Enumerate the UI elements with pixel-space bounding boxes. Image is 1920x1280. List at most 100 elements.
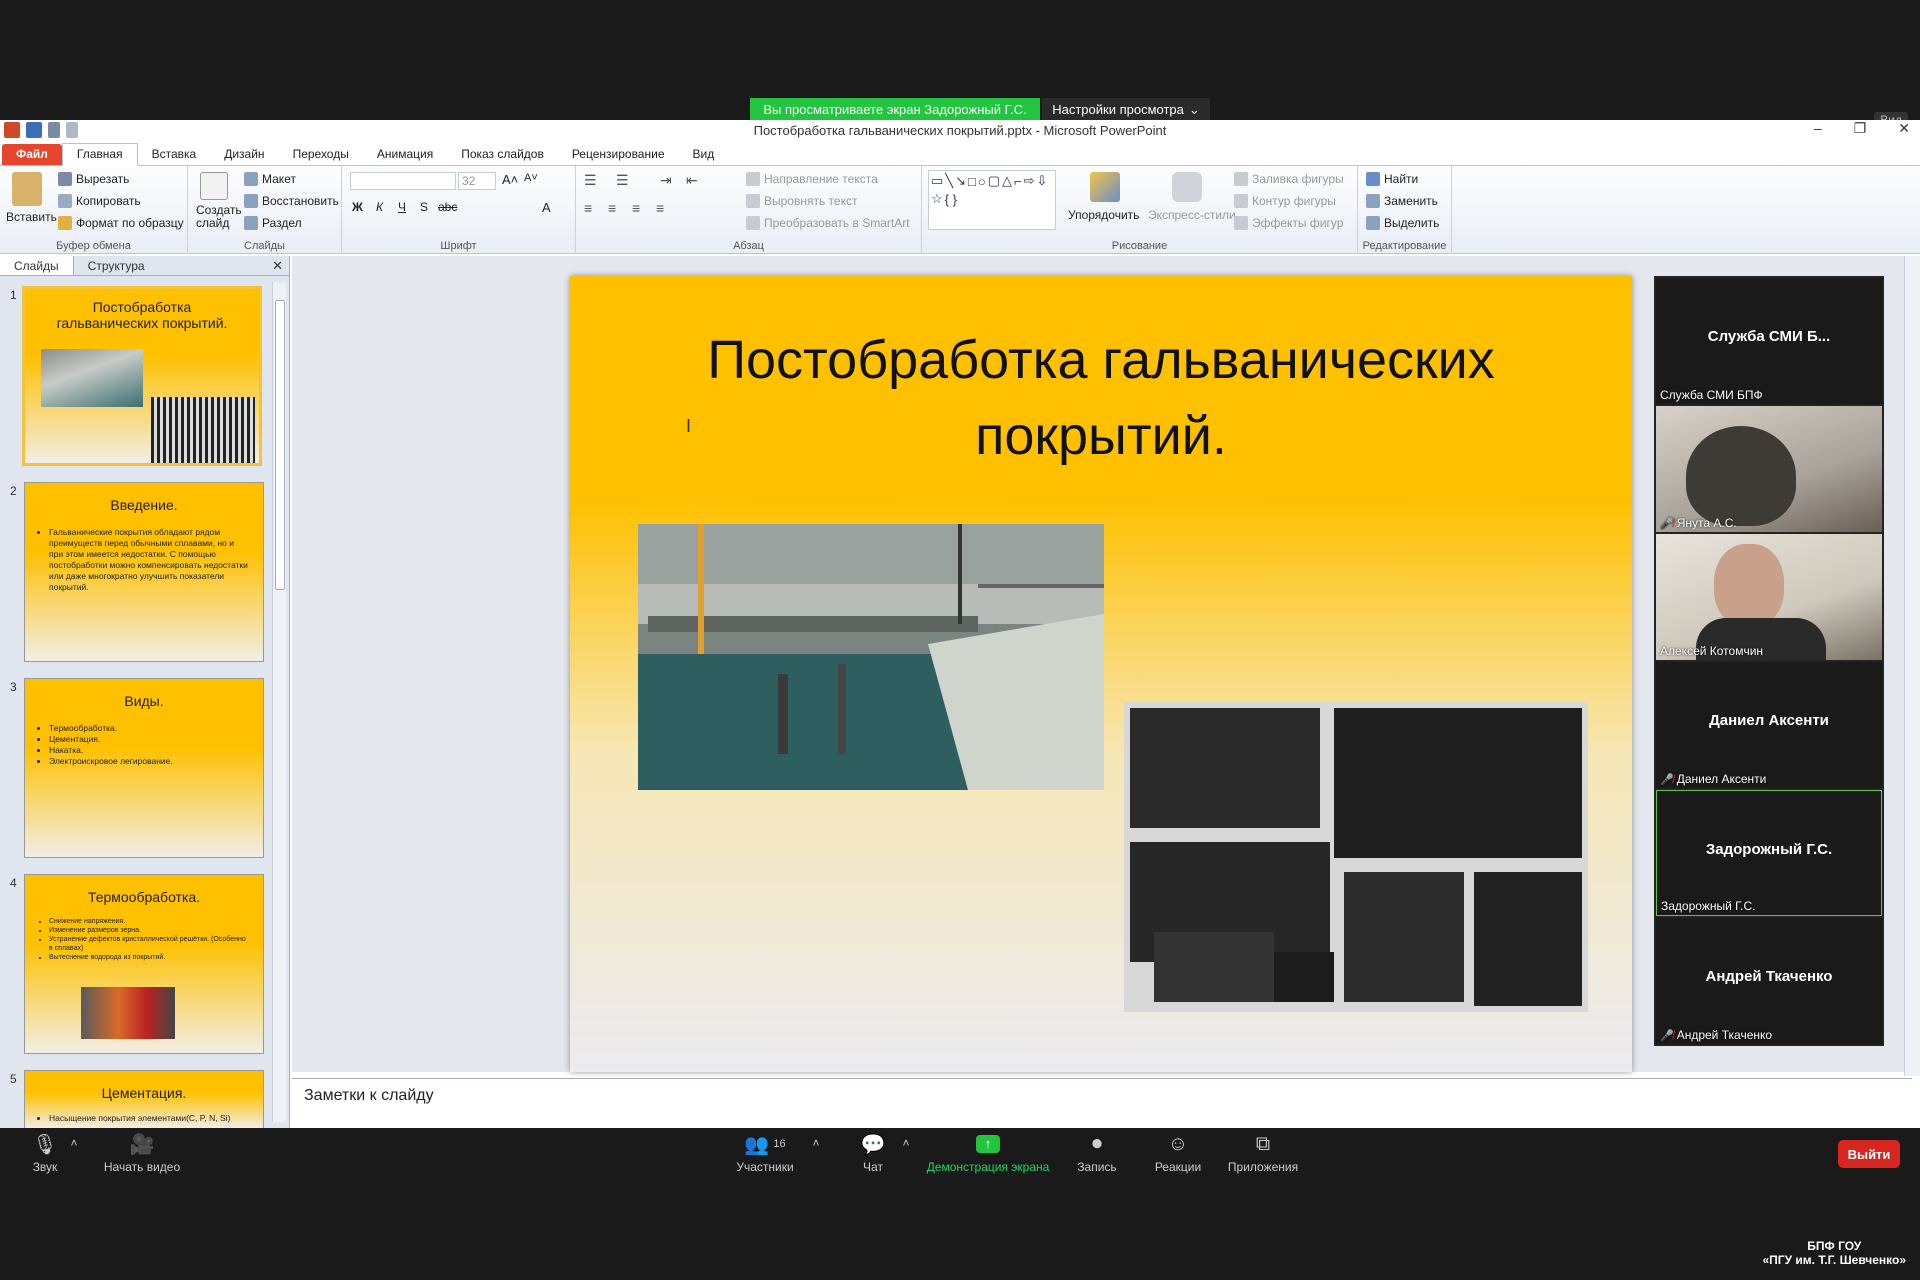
quick-styles-button[interactable]: Экспресс-стили xyxy=(1148,208,1236,222)
participant-name: Служба СМИ БПФ xyxy=(1660,388,1763,402)
textbox-shape-icon[interactable]: ▭ xyxy=(931,173,943,189)
reset-button[interactable]: Восстановить xyxy=(244,194,339,208)
restore-button[interactable]: ❐ xyxy=(1854,120,1867,137)
tab-design[interactable]: Дизайн xyxy=(210,144,278,165)
tab-slideshow[interactable]: Показ слайдов xyxy=(447,144,558,165)
thumbnails-scrollbar[interactable] xyxy=(272,282,286,1122)
chat-button[interactable]: 💬 Чат xyxy=(830,1128,916,1175)
participant-tile[interactable]: Служба СМИ Б... Служба СМИ БПФ xyxy=(1656,278,1882,404)
new-slide-button[interactable]: Создать слайд xyxy=(196,203,242,230)
numbering-icon[interactable]: ☰ xyxy=(616,172,629,189)
grow-font-icon[interactable]: A˄ xyxy=(502,172,518,187)
text-direction-button[interactable]: Направление текста xyxy=(746,172,878,186)
triangle-shape-icon[interactable]: △ xyxy=(1002,173,1012,189)
leave-meeting-button[interactable]: Выйти xyxy=(1838,1140,1900,1168)
audio-options-chevron-icon[interactable]: ˄ xyxy=(64,1136,84,1150)
current-slide[interactable]: Постобработка гальванических покрытий. I xyxy=(570,276,1632,1072)
tab-view[interactable]: Вид xyxy=(679,144,729,165)
slide-title[interactable]: Постобработка гальванических покрытий. xyxy=(610,322,1592,474)
participant-tile[interactable]: Андрей Ткаченко 🎤̸ Андрей Ткаченко xyxy=(1656,918,1882,1044)
tab-insert[interactable]: Вставка xyxy=(138,144,211,165)
tab-home[interactable]: Главная xyxy=(61,143,138,166)
close-button[interactable]: ✕ xyxy=(1898,120,1910,137)
oval-shape-icon[interactable]: ○ xyxy=(978,174,986,189)
tab-animation[interactable]: Анимация xyxy=(363,144,447,165)
participants-chevron-icon[interactable]: ˄ xyxy=(806,1136,826,1150)
galvanic-line-photo[interactable] xyxy=(638,524,1104,790)
participant-tile[interactable]: Даниел Аксенти 🎤̸ Даниел Аксенти xyxy=(1656,662,1882,788)
line-shape-icon[interactable]: ╲ xyxy=(945,173,953,189)
arrange-button[interactable]: Упорядочить xyxy=(1068,208,1139,222)
shape-effects-button[interactable]: Эффекты фигур xyxy=(1234,216,1343,230)
close-icon[interactable]: ✕ xyxy=(272,258,283,274)
tab-file[interactable]: Файл xyxy=(2,144,62,165)
copy-button[interactable]: Копировать xyxy=(58,194,141,208)
align-right-icon[interactable]: ≡ xyxy=(632,200,640,216)
minimize-button[interactable]: – xyxy=(1814,120,1822,137)
rect-shape-icon[interactable]: □ xyxy=(968,174,976,189)
view-settings-button[interactable]: Настройки просмотра ⌄ xyxy=(1042,98,1210,121)
participants-button[interactable]: 👥 16 Участники xyxy=(720,1128,810,1175)
shape-outline-button[interactable]: Контур фигуры xyxy=(1234,194,1336,208)
slide-thumbnail-2[interactable]: Введение. Гальванические покрытия облада… xyxy=(24,482,264,662)
reactions-button[interactable]: ☺ Реакции xyxy=(1134,1128,1222,1175)
bullets-icon[interactable]: ☰ xyxy=(584,172,597,189)
replace-button[interactable]: Заменить xyxy=(1366,194,1438,208)
paragraph-group: ☰ ☰ ⇥ ⇤ ≡ ≡ ≡ ≡ Направление текста Выров… xyxy=(576,166,922,254)
tab-transitions[interactable]: Переходы xyxy=(279,144,363,165)
outdent-icon[interactable]: ⇤ xyxy=(686,172,698,189)
tab-outline[interactable]: Структура xyxy=(74,256,159,275)
reset-label: Восстановить xyxy=(262,194,339,208)
find-button[interactable]: Найти xyxy=(1366,172,1418,186)
notes-field[interactable]: Заметки к слайду xyxy=(292,1078,1912,1114)
italic-button[interactable]: К xyxy=(376,200,383,214)
audio-button[interactable]: 🎙 Звук xyxy=(0,1128,90,1175)
font-size-field[interactable]: 32 xyxy=(458,172,496,190)
participant-tile-active-speaker[interactable]: Задорожный Г.С. Задорожный Г.С. xyxy=(1656,790,1882,916)
shrink-font-icon[interactable]: A˅ xyxy=(524,172,538,184)
font-color-icon[interactable]: A xyxy=(542,200,551,215)
slide-scrollbar[interactable] xyxy=(1904,256,1920,1076)
align-text-button[interactable]: Выровнять текст xyxy=(746,194,857,208)
down-arrow-shape-icon[interactable]: ⇩ xyxy=(1037,173,1048,189)
connector-shape-icon[interactable]: ⌐ xyxy=(1014,174,1022,189)
slide-thumbnail-4[interactable]: Термообработка. Снижение напряжения. Изм… xyxy=(24,874,264,1054)
slide-thumbnail-3[interactable]: Виды. Термообработка. Цементация. Накатк… xyxy=(24,678,264,858)
share-screen-button[interactable]: ↑ Демонстрация экрана xyxy=(918,1128,1058,1174)
format-painter-button[interactable]: Формат по образцу xyxy=(58,216,184,230)
indent-icon[interactable]: ⇥ xyxy=(660,172,672,189)
arrow-shape-icon[interactable]: ↘ xyxy=(955,173,966,189)
star-shape-icon[interactable]: ☆ xyxy=(931,191,943,207)
participant-video-tile[interactable]: Алексей Котомчин xyxy=(1656,534,1882,660)
underline-button[interactable]: Ч xyxy=(398,200,406,214)
rounded-rect-shape-icon[interactable]: ▢ xyxy=(988,173,1000,189)
start-video-button[interactable]: 🎥 Начать видео xyxy=(94,1128,190,1175)
font-name-field[interactable] xyxy=(350,172,456,190)
scrollbar-thumb[interactable] xyxy=(275,300,285,590)
cut-button[interactable]: Вырезать xyxy=(58,172,129,186)
apps-button[interactable]: ⧉ Приложения xyxy=(1216,1128,1310,1175)
record-button[interactable]: ⏺ Запись xyxy=(1052,1128,1142,1175)
brace-shape-icon[interactable]: { } xyxy=(945,192,957,207)
fasteners-photo[interactable] xyxy=(1124,702,1588,1012)
participant-video-tile[interactable]: 🎤̸ Янута А.С. xyxy=(1656,406,1882,532)
section-button[interactable]: Раздел xyxy=(244,216,302,230)
layout-button[interactable]: Макет xyxy=(244,172,296,186)
paste-button[interactable]: Вставить xyxy=(6,210,57,224)
tab-slides[interactable]: Слайды xyxy=(0,256,74,275)
strikethrough-button[interactable]: abc xyxy=(438,200,457,214)
shadow-button[interactable]: S xyxy=(420,200,428,214)
chat-chevron-icon[interactable]: ˄ xyxy=(896,1136,916,1150)
select-button[interactable]: Выделить xyxy=(1366,216,1439,230)
align-center-icon[interactable]: ≡ xyxy=(608,200,616,216)
slide-thumbnail-5[interactable]: Цементация. Насыщение покрытия элементам… xyxy=(24,1070,264,1128)
tab-review[interactable]: Рецензирование xyxy=(558,144,679,165)
shape-fill-button[interactable]: Заливка фигуры xyxy=(1234,172,1344,186)
justify-icon[interactable]: ≡ xyxy=(656,200,664,216)
right-arrow-shape-icon[interactable]: ⇨ xyxy=(1024,173,1035,189)
bold-button[interactable]: Ж xyxy=(352,200,363,214)
shapes-gallery[interactable]: ▭ ╲ ↘ □ ○ ▢ △ ⌐ ⇨ ⇩ ☆{ } xyxy=(928,170,1056,230)
align-left-icon[interactable]: ≡ xyxy=(584,200,592,216)
slide-thumbnail-1[interactable]: Постобработка гальванических покрытий. xyxy=(22,286,262,466)
smartart-button[interactable]: Преобразовать в SmartArt xyxy=(746,216,910,230)
